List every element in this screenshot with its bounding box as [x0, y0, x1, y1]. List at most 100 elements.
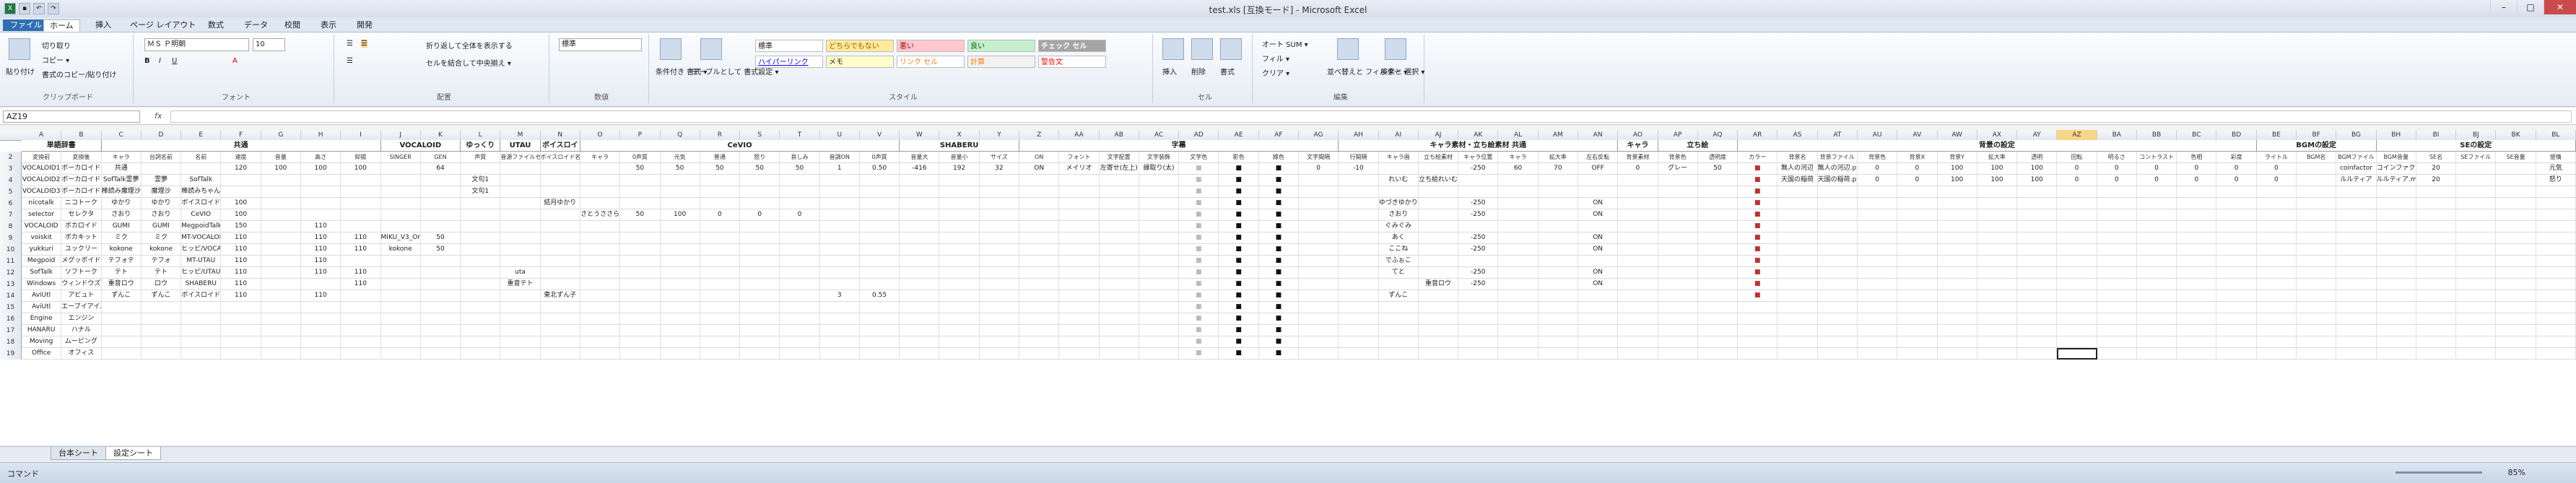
table-cell[interactable]	[700, 175, 741, 186]
table-cell[interactable]: 縁取り(太)	[1139, 163, 1180, 174]
number-format-select[interactable]: 標準	[559, 38, 642, 51]
table-cell[interactable]: キャラ	[102, 152, 142, 162]
table-cell[interactable]: 変換後	[61, 152, 102, 162]
table-cell[interactable]: VOCALOID2	[22, 175, 62, 186]
table-cell[interactable]: SE音量	[2496, 152, 2536, 162]
table-cell[interactable]	[541, 348, 580, 359]
table-cell[interactable]: テフォ	[142, 256, 182, 266]
table-cell[interactable]	[2216, 232, 2257, 243]
table-cell[interactable]	[181, 313, 222, 324]
table-cell[interactable]	[1618, 244, 1658, 255]
table-cell[interactable]: kokone	[381, 244, 421, 255]
table-cell[interactable]	[261, 232, 301, 243]
table-cell[interactable]	[780, 232, 820, 243]
table-cell[interactable]	[939, 267, 980, 278]
table-cell[interactable]	[181, 163, 222, 174]
table-cell[interactable]: ON	[1578, 267, 1619, 278]
table-cell[interactable]	[1139, 244, 1180, 255]
find-select-button[interactable]: 検索と 選択 ▾	[1380, 66, 1424, 77]
table-cell[interactable]	[2456, 302, 2497, 313]
table-cell[interactable]	[820, 186, 860, 197]
table-cell[interactable]: グレー	[1658, 163, 1698, 174]
column-header[interactable]: AN	[1578, 130, 1619, 140]
table-cell[interactable]	[1539, 232, 1578, 243]
table-cell[interactable]	[421, 209, 461, 220]
table-cell[interactable]	[580, 232, 621, 243]
table-cell[interactable]	[661, 221, 700, 232]
table-cell[interactable]	[1019, 175, 1060, 186]
table-cell[interactable]	[2216, 325, 2257, 336]
table-cell[interactable]	[1059, 232, 1100, 243]
table-cell[interactable]	[1299, 336, 1339, 347]
table-cell[interactable]	[1977, 232, 2018, 243]
table-cell[interactable]: ■	[1219, 244, 1259, 255]
table-cell[interactable]	[980, 186, 1020, 197]
table-cell[interactable]	[2496, 198, 2536, 209]
table-cell[interactable]	[820, 325, 860, 336]
table-cell[interactable]	[421, 313, 461, 324]
table-cell[interactable]: Windows	[22, 279, 62, 290]
table-cell[interactable]	[2137, 290, 2177, 301]
table-cell[interactable]: 魔理沙	[142, 186, 182, 197]
row-header[interactable]: 15	[0, 302, 22, 313]
table-cell[interactable]	[580, 302, 621, 313]
table-cell[interactable]	[461, 232, 501, 243]
table-cell[interactable]	[740, 348, 780, 359]
table-cell[interactable]: さおり	[142, 209, 182, 220]
table-cell[interactable]	[1938, 302, 1977, 313]
table-cell[interactable]	[1458, 290, 1499, 301]
column-header[interactable]: AI	[1379, 130, 1419, 140]
table-cell[interactable]	[661, 290, 700, 301]
table-cell[interactable]	[1019, 267, 1060, 278]
row-header[interactable]: 5	[0, 186, 22, 198]
table-cell[interactable]	[1658, 325, 1698, 336]
table-cell[interactable]	[221, 325, 261, 336]
column-header[interactable]: Z	[1019, 130, 1060, 140]
table-cell[interactable]: Megpoid	[22, 256, 62, 266]
table-cell[interactable]: 0声質	[620, 152, 661, 162]
table-cell[interactable]	[900, 290, 940, 301]
table-cell[interactable]	[2496, 336, 2536, 347]
table-cell[interactable]	[2536, 198, 2576, 209]
table-cell[interactable]	[2137, 336, 2177, 347]
table-cell[interactable]	[939, 232, 980, 243]
table-cell[interactable]	[1897, 256, 1938, 266]
table-cell[interactable]	[1658, 209, 1698, 220]
table-cell[interactable]	[1938, 232, 1977, 243]
table-cell[interactable]: ■	[1219, 186, 1259, 197]
table-cell[interactable]	[1339, 302, 1379, 313]
table-cell[interactable]: 150	[221, 221, 261, 232]
table-cell[interactable]	[421, 279, 461, 290]
row-header[interactable]: 6	[0, 198, 22, 209]
table-cell[interactable]	[2177, 325, 2217, 336]
table-cell[interactable]	[461, 198, 501, 209]
table-cell[interactable]	[500, 198, 541, 209]
table-cell[interactable]: SE名	[2416, 152, 2457, 162]
table-cell[interactable]: ■	[1179, 267, 1219, 278]
table-cell[interactable]	[1698, 232, 1739, 243]
table-cell[interactable]	[2017, 325, 2058, 336]
table-cell[interactable]	[1777, 209, 1818, 220]
table-cell[interactable]	[860, 256, 900, 266]
table-cell[interactable]	[1977, 313, 2018, 324]
table-cell[interactable]	[740, 325, 780, 336]
table-cell[interactable]	[1339, 221, 1379, 232]
align-middle-icon[interactable]: ☰	[361, 40, 367, 48]
table-cell[interactable]	[620, 244, 661, 255]
fx-icon[interactable]: fx	[155, 111, 162, 121]
column-header[interactable]: AY	[2017, 130, 2058, 140]
table-cell[interactable]: 背景X	[1897, 152, 1938, 162]
table-cell[interactable]	[700, 198, 741, 209]
column-header[interactable]: T	[780, 130, 820, 140]
table-cell[interactable]	[1458, 302, 1499, 313]
table-cell[interactable]	[2416, 244, 2457, 255]
table-cell[interactable]	[780, 244, 820, 255]
table-cell[interactable]	[1977, 244, 2018, 255]
table-cell[interactable]: 100	[2017, 163, 2058, 174]
table-cell[interactable]	[2536, 290, 2576, 301]
column-header[interactable]: BF	[2297, 130, 2337, 140]
table-cell[interactable]	[261, 186, 301, 197]
table-cell[interactable]	[1498, 209, 1539, 220]
table-cell[interactable]	[1738, 336, 1778, 347]
table-cell[interactable]	[261, 209, 301, 220]
